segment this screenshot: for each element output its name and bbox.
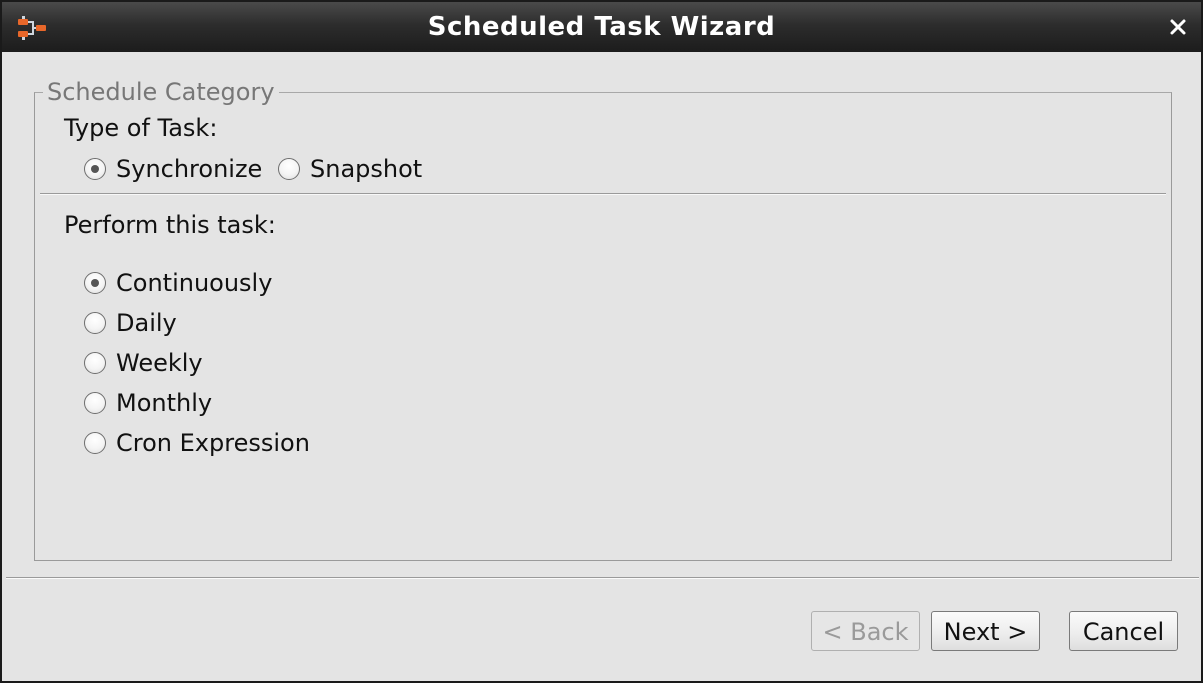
back-button[interactable]: < Back	[811, 611, 920, 651]
schedule-category-group: Schedule Category Type of Task: Synchron…	[34, 78, 1172, 561]
title-bar[interactable]: Scheduled Task Wizard	[2, 2, 1201, 52]
daily-radio[interactable]: Daily	[84, 309, 177, 337]
daily-label: Daily	[116, 309, 177, 337]
close-icon[interactable]	[1165, 14, 1191, 40]
radio-indicator[interactable]	[84, 158, 106, 180]
section-divider	[40, 193, 1166, 195]
radio-indicator[interactable]	[84, 392, 106, 414]
radio-indicator[interactable]	[84, 312, 106, 334]
radio-indicator[interactable]	[84, 272, 106, 294]
schedule-category-legend: Schedule Category	[43, 78, 279, 106]
cancel-button[interactable]: Cancel	[1069, 611, 1178, 651]
radio-indicator[interactable]	[278, 158, 300, 180]
weekly-radio[interactable]: Weekly	[84, 349, 203, 377]
radio-indicator[interactable]	[84, 352, 106, 374]
wizard-content: Schedule Category Type of Task: Synchron…	[5, 52, 1200, 679]
snapshot-label: Snapshot	[310, 155, 423, 183]
monthly-radio[interactable]: Monthly	[84, 389, 212, 417]
next-button[interactable]: Next >	[931, 611, 1040, 651]
type-of-task-label: Type of Task:	[64, 114, 218, 142]
window-title: Scheduled Task Wizard	[427, 12, 776, 42]
perform-task-label: Perform this task:	[64, 211, 276, 239]
continuously-radio[interactable]: Continuously	[84, 269, 272, 297]
cron-expression-radio[interactable]: Cron Expression	[84, 429, 310, 457]
snapshot-radio[interactable]: Snapshot	[278, 155, 422, 183]
wizard-window: Scheduled Task Wizard Schedule Category …	[0, 0, 1203, 683]
radio-indicator[interactable]	[84, 432, 106, 454]
synchronize-radio[interactable]: Synchronize	[84, 155, 262, 183]
synchronize-label: Synchronize	[116, 155, 263, 183]
monthly-label: Monthly	[116, 389, 213, 417]
weekly-label: Weekly	[116, 349, 203, 377]
continuously-label: Continuously	[116, 269, 273, 297]
cron-expression-label: Cron Expression	[116, 429, 310, 457]
footer-divider	[6, 577, 1199, 579]
